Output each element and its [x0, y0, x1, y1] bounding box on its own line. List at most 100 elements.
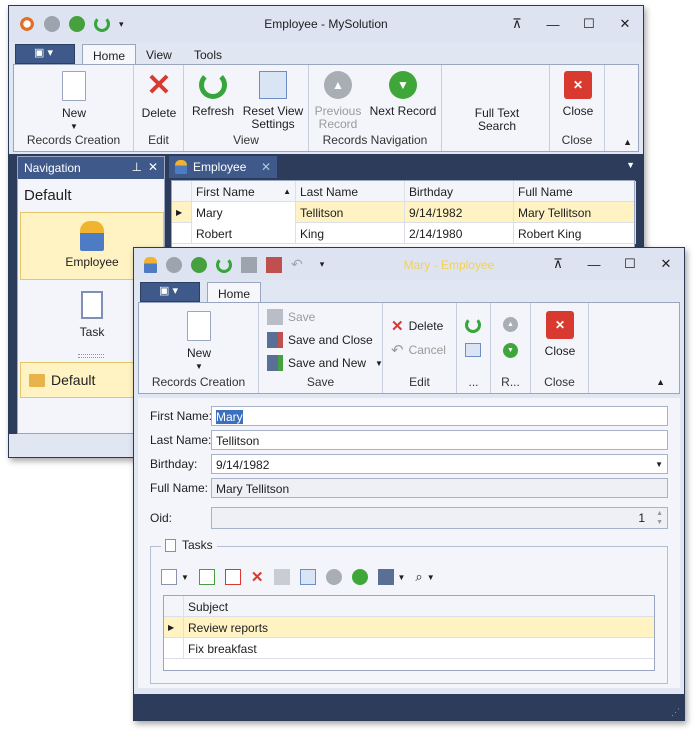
- full-text-search-button[interactable]: Full Text Search: [462, 107, 532, 133]
- close-button[interactable]: ✕ Close: [539, 311, 581, 358]
- delete-task-icon[interactable]: ✕: [251, 568, 264, 586]
- next-record-icon[interactable]: ▼: [503, 343, 518, 358]
- next-task-icon[interactable]: [351, 569, 368, 585]
- navigation-group-title: Default: [24, 187, 72, 204]
- cell-birthday[interactable]: 2/14/1980: [405, 223, 514, 244]
- last-name-field[interactable]: Tellitson: [211, 430, 668, 450]
- date-dropdown-icon[interactable]: ▼: [655, 460, 663, 469]
- save-and-new-button[interactable]: Save and New ▼: [267, 355, 383, 371]
- ribbon-display-options-icon[interactable]: ⊼: [540, 248, 576, 280]
- previous-record-icon[interactable]: ▲: [503, 317, 518, 332]
- new-button[interactable]: New ▼: [179, 311, 219, 373]
- nav-splitter[interactable]: [78, 354, 104, 358]
- close-tab-icon[interactable]: ✕: [261, 160, 271, 174]
- delete-button[interactable]: ✕ Delete: [391, 317, 443, 335]
- close-window-button[interactable]: ✕: [607, 6, 643, 42]
- birthday-field[interactable]: 9/14/1982 ▼: [211, 454, 668, 474]
- row-indicator: [172, 223, 192, 244]
- toolbar-overflow-icon[interactable]: ▼: [427, 573, 435, 582]
- detail-ribbon: New ▼ Records Creation Save Save and Clo…: [138, 302, 680, 394]
- refresh-icon[interactable]: [465, 317, 481, 333]
- doc-tab-employee[interactable]: Employee ✕: [169, 156, 277, 178]
- maximize-button[interactable]: ☐: [612, 248, 648, 280]
- first-name-field[interactable]: Mary: [211, 406, 668, 426]
- edit-task-icon[interactable]: [273, 569, 290, 585]
- delete-button[interactable]: ✕ Delete: [138, 71, 180, 120]
- cell-birthday[interactable]: 9/14/1982: [405, 202, 514, 223]
- reset-view-settings-icon[interactable]: [465, 343, 481, 357]
- minimize-button[interactable]: —: [535, 6, 571, 42]
- cell-first-name[interactable]: Mary: [192, 202, 296, 223]
- table-row[interactable]: ▶ Review reports: [164, 617, 654, 638]
- column-full-name[interactable]: Full Name: [514, 181, 636, 202]
- export-dropdown-icon[interactable]: ▼: [398, 573, 406, 582]
- detail-window-buttons: ⊼ — ☐ ✕: [540, 248, 684, 280]
- resize-grip-icon[interactable]: ⋰: [671, 707, 680, 718]
- pin-icon[interactable]: ⊥: [132, 160, 142, 174]
- minimize-button[interactable]: —: [576, 248, 612, 280]
- full-name-label: Full Name:: [150, 481, 209, 495]
- folder-icon: [29, 373, 45, 387]
- application-menu-button[interactable]: ▣ ▾: [15, 44, 75, 64]
- save-and-close-button[interactable]: Save and Close: [267, 332, 373, 348]
- close-x-icon: ✕: [546, 311, 574, 339]
- employee-icon: [175, 160, 187, 174]
- previous-task-icon[interactable]: [325, 569, 342, 585]
- column-first-name[interactable]: First Name ▲: [192, 181, 296, 202]
- table-row[interactable]: Robert King 2/14/1980 Robert King: [172, 223, 636, 244]
- column-last-name[interactable]: Last Name: [296, 181, 405, 202]
- table-row[interactable]: Fix breakfast: [164, 638, 654, 659]
- tasks-grid: Subject ▶ Review reports Fix breakfast: [163, 595, 655, 671]
- reset-view-settings-icon[interactable]: [299, 569, 316, 585]
- cell-full-name[interactable]: Robert King: [514, 223, 636, 244]
- first-name-label: First Name:: [150, 409, 213, 423]
- column-birthday[interactable]: Birthday: [405, 181, 514, 202]
- main-titlebar: ▾ Employee - MySolution ⊼ — ☐ ✕: [9, 6, 643, 42]
- tab-list-dropdown-icon[interactable]: ▼: [626, 160, 635, 170]
- close-window-button[interactable]: ✕: [648, 248, 684, 280]
- tab-tools[interactable]: Tools: [184, 44, 232, 65]
- cell-full-name[interactable]: Mary Tellitson: [514, 202, 636, 223]
- collapse-ribbon-icon[interactable]: ▲: [656, 377, 665, 387]
- new-button[interactable]: New ▼: [54, 71, 94, 133]
- application-menu-button[interactable]: ▣ ▾: [140, 282, 200, 302]
- save-button[interactable]: Save: [267, 309, 315, 325]
- export-icon[interactable]: [377, 569, 394, 585]
- close-button[interactable]: ✕ Close: [558, 71, 598, 118]
- app-menu-icon: ▣ ▾: [159, 285, 178, 297]
- new-task-dropdown-icon[interactable]: ▼: [181, 573, 189, 582]
- collapse-ribbon-icon[interactable]: ▲: [623, 137, 632, 147]
- next-record-button[interactable]: ▼ Next Record: [367, 71, 439, 118]
- cell-first-name[interactable]: Robert: [192, 223, 296, 244]
- filter-search-icon[interactable]: ⌕: [415, 569, 422, 585]
- cell-subject[interactable]: Fix breakfast: [184, 638, 656, 659]
- tab-home[interactable]: Home: [82, 44, 137, 65]
- close-navigation-icon[interactable]: ✕: [148, 160, 158, 174]
- unlink-icon[interactable]: [224, 569, 241, 585]
- next-record-icon: ▼: [389, 71, 417, 99]
- employee-icon: [144, 256, 157, 273]
- cell-subject[interactable]: Review reports: [184, 617, 656, 638]
- refresh-icon: [199, 71, 227, 99]
- table-row[interactable]: ▶ Mary Tellitson 9/14/1982 Mary Tellitso…: [172, 202, 636, 223]
- link-icon[interactable]: [198, 569, 215, 585]
- cell-last-name[interactable]: King: [296, 223, 405, 244]
- maximize-button[interactable]: ☐: [571, 6, 607, 42]
- refresh-button[interactable]: Refresh: [190, 71, 236, 118]
- previous-record-button[interactable]: ▲ Previous Record: [313, 71, 363, 131]
- reset-view-settings-button[interactable]: Reset View Settings: [240, 71, 306, 131]
- qat-previous-icon[interactable]: [166, 256, 182, 273]
- group-edit: ✕ Delete ↶ Cancel Edit: [383, 303, 457, 393]
- save-and-new-dropdown-icon[interactable]: ▼: [375, 359, 383, 368]
- cell-last-name[interactable]: Tellitson: [296, 202, 405, 223]
- qat-next-icon[interactable]: [191, 256, 207, 273]
- group-label: R...: [501, 375, 520, 389]
- detail-window: ↶ ▾ Mary - Employee ⊼ — ☐ ✕ ▣ ▾ Home New…: [133, 247, 685, 721]
- column-subject[interactable]: Subject: [184, 596, 656, 617]
- oid-label: Oid:: [150, 511, 173, 525]
- cancel-button[interactable]: ↶ Cancel: [391, 341, 446, 359]
- new-task-icon[interactable]: [161, 569, 177, 585]
- tab-home[interactable]: Home: [207, 282, 262, 303]
- tab-view[interactable]: View: [136, 44, 182, 65]
- ribbon-display-options-icon[interactable]: ⊼: [499, 6, 535, 42]
